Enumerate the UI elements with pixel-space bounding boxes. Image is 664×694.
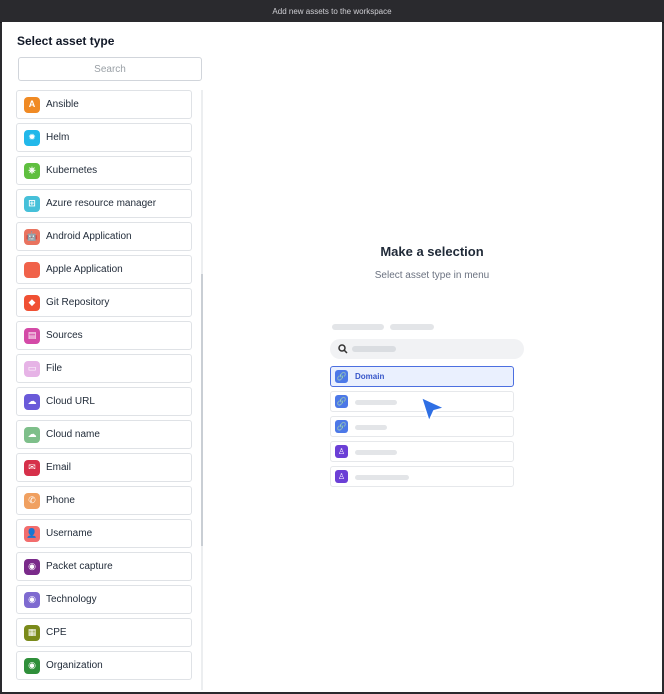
email-icon: ✉ — [24, 459, 40, 476]
asset-type-label: Kubernetes — [46, 165, 98, 176]
asset-type-label: Sources — [46, 330, 83, 341]
illustration-placeholder-bar — [390, 324, 434, 330]
cpe-icon: ▦ — [24, 624, 40, 641]
asset-type-label: Helm — [46, 132, 70, 143]
asset-type-item[interactable]: ◉ Packet capture — [16, 552, 192, 581]
title-bar: Add new assets to the workspace — [0, 0, 664, 23]
asset-type-label: Git Repository — [46, 297, 110, 308]
cloud-url-icon: ☁ — [24, 393, 40, 410]
asset-type-label: Apple Application — [46, 264, 123, 275]
asset-type-item[interactable]: 🤖 Android Application — [16, 222, 192, 251]
organization-icon: ◉ — [24, 657, 40, 674]
cursor-pointer-icon — [420, 396, 446, 423]
illustration-placeholder-bar — [332, 324, 384, 330]
search-icon — [338, 344, 348, 354]
sources-icon: ▤ — [24, 327, 40, 344]
apple-icon — [24, 261, 40, 278]
asset-type-item[interactable]: ✹ Helm — [16, 123, 192, 152]
search-placeholder: Search — [94, 63, 126, 75]
asset-type-label: Technology — [46, 594, 97, 605]
sidebar-title: Select asset type — [17, 34, 115, 48]
asset-type-item[interactable]: ◆ Git Repository — [16, 288, 192, 317]
window-title: Add new assets to the workspace — [272, 6, 392, 16]
packet-capture-icon: ◉ — [24, 558, 40, 575]
asset-type-item[interactable]: 👤 Username — [16, 519, 192, 548]
person-pin-icon: ♙ — [335, 445, 348, 458]
illustration-row: ♙ — [330, 466, 514, 487]
helm-icon: ✹ — [24, 129, 40, 146]
illustration-placeholder-bar — [355, 475, 409, 480]
asset-type-item[interactable]: ☁ Cloud name — [16, 420, 192, 449]
asset-type-item[interactable]: ✉ Email — [16, 453, 192, 482]
asset-type-label: Organization — [46, 660, 103, 671]
asset-type-item[interactable]: A Ansible — [16, 90, 192, 119]
asset-type-label: Phone — [46, 495, 75, 506]
android-icon: 🤖 — [24, 228, 40, 245]
phone-icon: ✆ — [24, 492, 40, 509]
illustration-search-bar — [330, 339, 524, 359]
ansible-icon: A — [24, 96, 40, 113]
illustration-placeholder-bar — [352, 346, 396, 352]
asset-type-item[interactable]: ▤ Sources — [16, 321, 192, 350]
illustration-domain-label: Domain — [355, 372, 385, 381]
selection-illustration: 🔗 Domain 🔗 🔗 ♙ ♙ — [330, 324, 530, 494]
kubernetes-icon: ⎈ — [24, 162, 40, 179]
asset-type-label: Packet capture — [46, 561, 113, 572]
illustration-row: ♙ — [330, 441, 514, 462]
asset-type-label: Android Application — [46, 231, 132, 242]
asset-type-label: Username — [46, 528, 93, 539]
asset-type-item[interactable]: Apple Application — [16, 255, 192, 284]
asset-type-item[interactable]: ⊞ Azure resource manager — [16, 189, 192, 218]
person-pin-icon: ♙ — [335, 470, 348, 483]
asset-type-item[interactable]: ▭ File — [16, 354, 192, 383]
asset-type-item[interactable]: ⎈ Kubernetes — [16, 156, 192, 185]
illustration-row-domain: 🔗 Domain — [330, 366, 514, 387]
cloud-name-icon: ☁ — [24, 426, 40, 443]
asset-type-item[interactable]: ◉ Organization — [16, 651, 192, 680]
asset-type-label: Ansible — [46, 99, 79, 110]
illustration-placeholder-bar — [355, 400, 397, 405]
asset-type-label: Azure resource manager — [46, 198, 157, 209]
windows-icon: ⊞ — [24, 195, 40, 212]
asset-type-label: CPE — [46, 627, 67, 638]
username-icon: 👤 — [24, 525, 40, 542]
git-icon: ◆ — [24, 294, 40, 311]
asset-type-label: Cloud name — [46, 429, 100, 440]
asset-type-item[interactable]: ▦ CPE — [16, 618, 192, 647]
asset-type-label: Email — [46, 462, 72, 473]
empty-state-subtitle: Select asset type in menu — [374, 270, 490, 281]
link-icon: 🔗 — [335, 420, 348, 433]
search-input[interactable]: Search — [18, 57, 202, 81]
illustration-placeholder-bar — [355, 425, 387, 430]
asset-dialog: Select asset type Search A Ansible ✹ Helm ⎈ K… — [2, 22, 662, 692]
file-icon: ▭ — [24, 360, 40, 377]
asset-type-label: Cloud URL — [46, 396, 95, 407]
illustration-placeholder-bar — [355, 450, 397, 455]
asset-type-item[interactable]: ✆ Phone — [16, 486, 192, 515]
asset-type-item[interactable]: ☁ Cloud URL — [16, 387, 192, 416]
technology-icon: ◉ — [24, 591, 40, 608]
asset-type-item[interactable]: ◉ Technology — [16, 585, 192, 614]
asset-type-label: File — [46, 363, 63, 374]
empty-state-title: Make a selection — [380, 244, 484, 259]
asset-type-list: A Ansible ✹ Helm ⎈ Kubernetes ⊞ Azure resource … — [16, 90, 192, 683]
link-icon: 🔗 — [335, 370, 348, 383]
link-icon: 🔗 — [335, 395, 348, 408]
scrollbar-thumb[interactable] — [201, 274, 203, 546]
